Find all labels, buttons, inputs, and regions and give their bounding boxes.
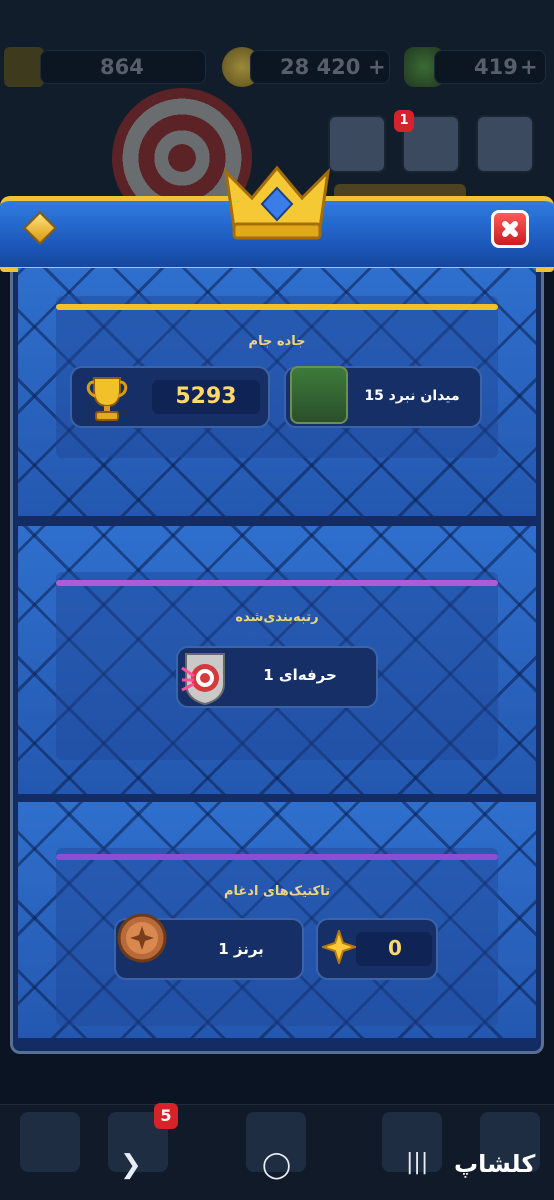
trophies-count: 5293	[175, 384, 237, 409]
gems-value: 419	[474, 55, 518, 79]
spark-star-icon	[322, 930, 356, 964]
watermark-text: کلشاپ	[454, 1150, 536, 1178]
merge-rank-label: برنز 1	[218, 940, 264, 958]
cards-badge: 5	[154, 1103, 178, 1129]
arena-icon	[290, 366, 348, 424]
trophy-icon	[86, 377, 128, 421]
system-home-button[interactable]: ◯	[262, 1150, 291, 1180]
crown-icon	[223, 165, 331, 240]
bronze-medal-icon	[117, 913, 167, 963]
gold-value: 28 420	[280, 55, 361, 79]
system-recent-button[interactable]: |||	[406, 1150, 428, 1175]
arena-label: میدان نبرد 15	[364, 388, 460, 404]
level-icon	[4, 47, 44, 87]
close-button[interactable]	[491, 210, 529, 248]
ranked-shield-icon	[181, 653, 225, 706]
system-back-button[interactable]: ❯	[120, 1150, 142, 1180]
ranked-league-label: حرفه‌ای 1	[263, 666, 337, 684]
menu-button[interactable]	[476, 115, 534, 173]
ranked-stripe	[56, 580, 498, 586]
trophy-road-title: جاده جام	[248, 334, 306, 349]
trophy-road-stripe	[56, 304, 498, 310]
merge-score-value: 0	[388, 936, 402, 960]
nav-shop[interactable]	[20, 1112, 80, 1172]
friends-button[interactable]	[328, 115, 386, 173]
merge-tactics-title: تاکتیک‌های ادغام	[224, 884, 330, 899]
merge-tactics-stripe	[56, 854, 498, 860]
ranked-title: رتبه‌بندی‌شده	[235, 610, 319, 625]
gold-plus-icon[interactable]: +	[368, 55, 386, 79]
gems-plus-icon[interactable]: +	[520, 55, 538, 79]
level-value: 864	[100, 55, 144, 79]
news-badge: 1	[394, 110, 414, 132]
